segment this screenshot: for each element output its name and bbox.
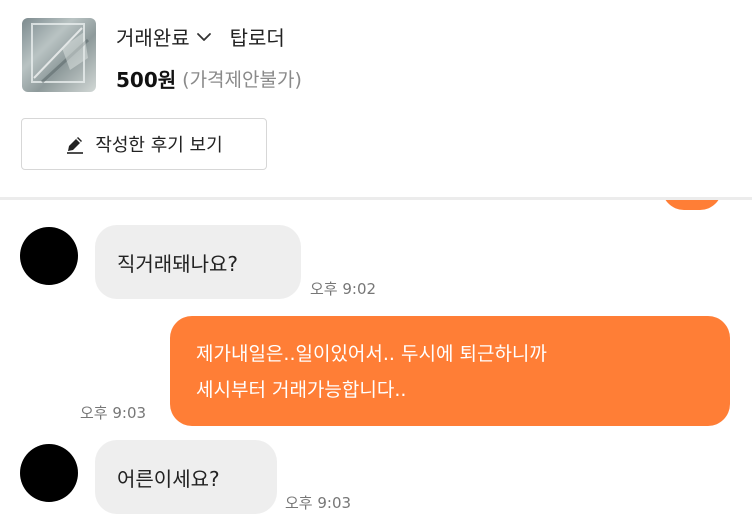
message-text-line-1: 제가내일은..일이있어서.. 두시에 퇴근하니까: [196, 343, 547, 365]
trade-status-dropdown[interactable]: 거래완료: [116, 22, 212, 51]
message-time: 오후 9:02: [310, 280, 377, 298]
incoming-message-bubble[interactable]: 직거래돼나요?: [95, 225, 301, 299]
message-text: 직거래돼나요?: [117, 251, 239, 276]
product-price: 500원: [116, 67, 177, 92]
product-title[interactable]: 탑로더: [230, 22, 285, 51]
review-button-label: 작성한 후기 보기: [95, 135, 223, 156]
message-time: 오후 9:03: [80, 404, 147, 422]
trade-status-text: 거래완료: [116, 25, 190, 50]
chevron-down-icon: [196, 33, 211, 41]
message-text-line-2: 세시부터 거래가능합니다..: [196, 379, 407, 401]
incoming-message-bubble[interactable]: 어른이세요?: [95, 440, 277, 514]
product-thumbnail[interactable]: [22, 18, 96, 92]
product-header: 거래완료 탑로더 500원 (가격제안불가) 작성한 후기 보기: [0, 0, 752, 197]
partial-message-time: ‐ ‐ ‐ ‐: [556, 200, 590, 206]
view-written-review-button[interactable]: 작성한 후기 보기: [21, 118, 267, 170]
chat-screen: 거래완료 탑로더 500원 (가격제안불가) 작성한 후기 보기 ‐ ‐ ‐ ‐: [0, 0, 752, 519]
chat-message-list[interactable]: ‐ ‐ ‐ ‐ 직거래돼나요? 오후 9:02 제가내일은..일이있어서.. 두…: [0, 200, 752, 519]
outgoing-message-bubble[interactable]: 제가내일은..일이있어서.. 두시에 퇴근하니까 세시부터 거래가능합니다..: [170, 316, 730, 426]
product-image: [31, 23, 90, 84]
message-text: 어른이세요?: [117, 466, 220, 491]
avatar[interactable]: [20, 227, 78, 285]
pencil-icon: [67, 137, 84, 154]
partial-outgoing-bubble: [662, 200, 722, 210]
avatar[interactable]: [20, 444, 78, 502]
price-offer-note: (가격제안불가): [182, 68, 302, 91]
message-time: 오후 9:03: [285, 494, 352, 512]
